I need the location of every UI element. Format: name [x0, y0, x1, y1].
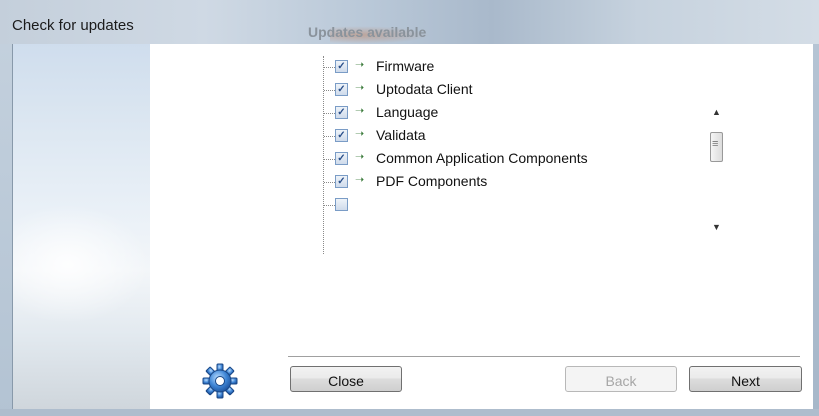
updates-tree[interactable]: ✓ ➝ Firmware ✓ ➝ Uptodata Client ✓ ➝ Lan… — [318, 56, 742, 254]
update-item-uptodata-client[interactable]: ✓ ➝ Uptodata Client — [318, 79, 708, 101]
green-arrow-icon: ➝ — [355, 105, 365, 117]
update-checkbox[interactable]: ✓ — [335, 152, 348, 165]
update-checkbox[interactable]: ✓ — [335, 106, 348, 119]
update-item-firmware[interactable]: ✓ ➝ Firmware — [318, 56, 708, 78]
tree-branch-line — [324, 113, 335, 114]
update-checkbox[interactable] — [335, 198, 348, 211]
green-arrow-icon: ➝ — [355, 151, 365, 163]
window-title: Check for updates — [12, 17, 134, 34]
update-checkbox[interactable]: ✓ — [335, 83, 348, 96]
scroll-down-arrow-icon[interactable]: ▼ — [712, 222, 721, 232]
vertical-scrollbar[interactable]: ▲ ▼ — [708, 98, 726, 244]
update-item-language[interactable]: ✓ ➝ Language — [318, 102, 708, 124]
green-arrow-icon: ➝ — [355, 128, 365, 140]
back-button[interactable]: Back — [565, 366, 677, 392]
update-item-validata[interactable]: ✓ ➝ Validata — [318, 125, 708, 147]
window-frame-bottom — [0, 409, 819, 416]
update-item-label: Uptodata Client — [376, 81, 473, 97]
green-arrow-icon: ➝ — [355, 59, 365, 71]
next-button[interactable]: Next — [689, 366, 802, 392]
update-item-label: Validata — [376, 127, 426, 143]
update-item-pdf-components[interactable]: ✓ ➝ PDF Components — [318, 171, 708, 193]
gear-icon — [202, 363, 238, 399]
update-item-label: Language — [376, 104, 439, 120]
tree-branch-line — [324, 67, 335, 68]
tree-branch-line — [324, 159, 335, 160]
close-button[interactable]: Close — [290, 366, 402, 392]
green-arrow-icon: ➝ — [355, 174, 365, 186]
update-checkbox[interactable]: ✓ — [335, 129, 348, 142]
green-arrow-icon: ➝ — [355, 82, 365, 94]
scrollbar-thumb[interactable] — [710, 132, 723, 162]
scroll-up-arrow-icon[interactable]: ▲ — [712, 107, 721, 117]
update-item-common-application-components[interactable]: ✓ ➝ Common Application Components — [318, 148, 708, 170]
tree-branch-line — [324, 205, 335, 206]
update-checkbox[interactable]: ✓ — [335, 175, 348, 188]
update-item-partial[interactable] — [318, 194, 708, 216]
updates-heading: Updates available — [308, 24, 427, 40]
update-item-label: PDF Components — [376, 173, 488, 189]
tree-branch-line — [324, 136, 335, 137]
window-frame-left — [0, 44, 12, 416]
update-item-label: Common Application Components — [376, 150, 588, 166]
tree-branch-line — [324, 182, 335, 183]
side-banner-image — [13, 44, 150, 409]
window-frame-right — [812, 44, 819, 416]
button-separator — [288, 356, 800, 358]
tree-branch-line — [324, 90, 335, 91]
update-checkbox[interactable]: ✓ — [335, 60, 348, 73]
update-item-label: Firmware — [376, 58, 435, 74]
